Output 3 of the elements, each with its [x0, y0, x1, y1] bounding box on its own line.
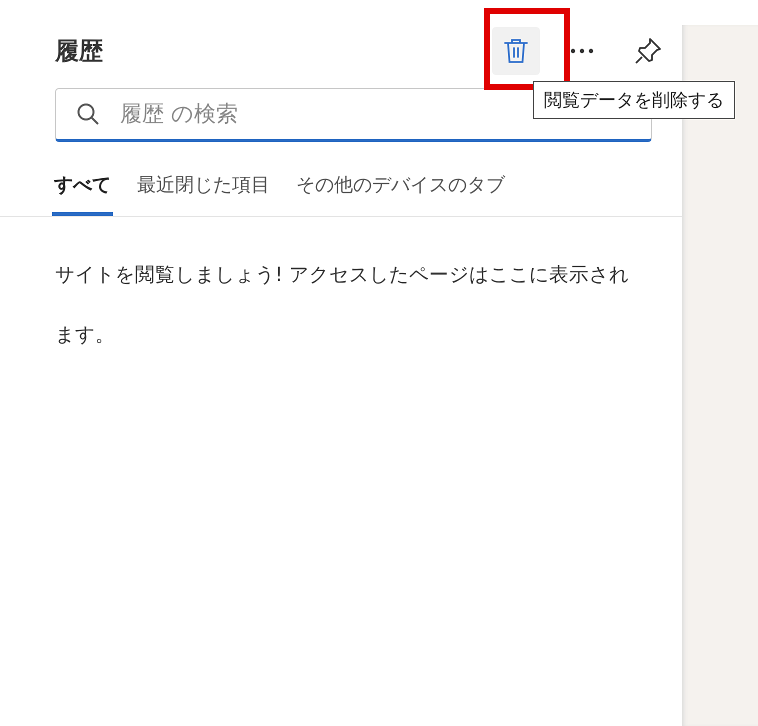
empty-message: サイトを閲覧しましょう! アクセスしたページはここに表示されます。: [55, 262, 630, 348]
panel-title: 履歴: [55, 36, 103, 67]
tooltip: 閲覧データを削除する: [533, 81, 735, 119]
